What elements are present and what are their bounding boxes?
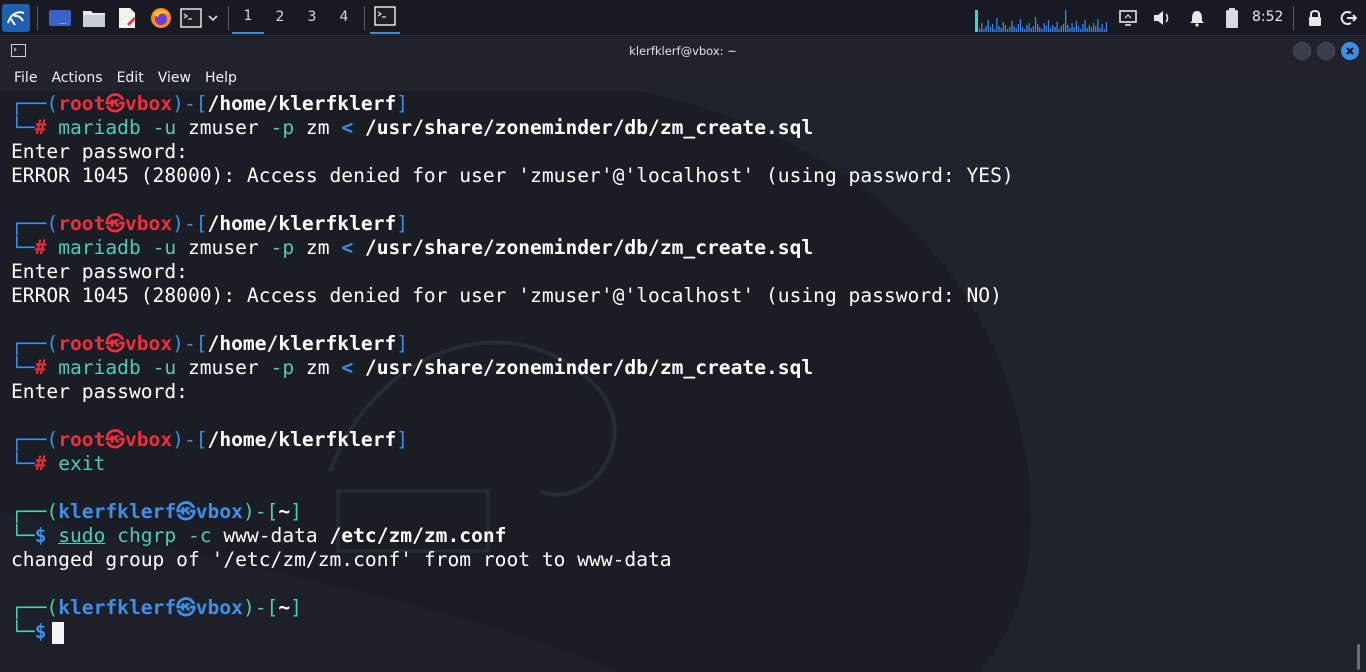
kali-menu-icon[interactable] (2, 4, 30, 32)
scrollbar[interactable] (1357, 644, 1360, 670)
prompt-line: ┌──(root㉿vbox)-[/home/klerfklerf] (11, 332, 409, 355)
output-line: Enter password: (11, 140, 188, 163)
minimize-button[interactable] (1293, 42, 1311, 60)
window-title: klerfklerf@vbox: ~ (629, 44, 737, 58)
prompt-line: ┌──(root㉿vbox)-[/home/klerfklerf] (11, 428, 409, 451)
terminal-launcher-icon[interactable] (178, 4, 204, 32)
output-line: Enter password: (11, 380, 188, 403)
display-icon[interactable] (1114, 4, 1142, 32)
workspace-4[interactable]: 4 (328, 0, 360, 34)
cpu-graph[interactable] (975, 4, 1108, 32)
lock-icon[interactable] (1301, 4, 1329, 32)
command-line: └─# mariadb -u zmuser -p zm < /usr/share… (11, 236, 814, 259)
chevron-down-icon[interactable] (203, 4, 223, 32)
menu-file[interactable]: File (8, 70, 43, 86)
output-line: Enter password: (11, 260, 188, 283)
command-line: └─# mariadb -u zmuser -p zm < /usr/share… (11, 356, 814, 379)
maximize-button[interactable] (1317, 42, 1335, 60)
taskbar-terminal-window[interactable] (370, 0, 400, 34)
logout-icon[interactable] (1334, 4, 1362, 32)
command-input-line[interactable]: └─$ (11, 620, 1014, 644)
terminal-area[interactable]: ┌──(root㉿vbox)-[/home/klerfklerf] └─# ma… (0, 91, 1366, 672)
workspace-3[interactable]: 3 (296, 0, 328, 34)
menu-bar: File Actions Edit View Help (0, 65, 1366, 91)
close-icon (1346, 47, 1354, 55)
prompt-line: ┌──(klerfklerf㉿vbox)-[~] (11, 500, 302, 523)
terminal-output: ┌──(root㉿vbox)-[/home/klerfklerf] └─# ma… (11, 92, 1014, 644)
workspace-2[interactable]: 2 (264, 0, 296, 34)
menu-actions[interactable]: Actions (45, 70, 108, 86)
command-line: └─# mariadb -u zmuser -p zm < /usr/share… (11, 116, 814, 139)
command-line: └─# exit (11, 452, 106, 475)
top-panel: … 1 2 3 4 8:52 (0, 0, 1366, 36)
menu-view[interactable]: View (152, 70, 197, 86)
workspace-1[interactable]: 1 (232, 0, 264, 34)
command-line: └─$ sudo chgrp -c www-data /etc/zm/zm.co… (11, 524, 507, 547)
file-manager-icon[interactable] (80, 4, 108, 32)
show-desktop-icon[interactable]: … (46, 4, 74, 32)
prompt-line: ┌──(root㉿vbox)-[/home/klerfklerf] (11, 212, 409, 235)
clock[interactable]: 8:52 (1252, 0, 1283, 34)
output-line: ERROR 1045 (28000): Access denied for us… (11, 284, 1002, 307)
output-line: ERROR 1045 (28000): Access denied for us… (11, 164, 1014, 187)
output-line: changed group of '/etc/zm/zm.conf' from … (11, 548, 672, 571)
terminal-icon (374, 6, 396, 26)
text-editor-icon[interactable] (113, 4, 141, 32)
battery-icon[interactable] (1218, 4, 1246, 32)
svg-text:…: … (59, 17, 67, 26)
volume-icon[interactable] (1148, 4, 1176, 32)
window-titlebar[interactable]: klerfklerf@vbox: ~ (0, 37, 1366, 65)
prompt-line: ┌──(klerfklerf㉿vbox)-[~] (11, 596, 302, 619)
notifications-icon[interactable] (1183, 4, 1211, 32)
firefox-icon[interactable] (147, 4, 175, 32)
menu-edit[interactable]: Edit (111, 70, 150, 86)
close-button[interactable] (1341, 42, 1359, 60)
text-cursor (52, 621, 65, 644)
menu-help[interactable]: Help (199, 70, 243, 86)
prompt-line: ┌──(root㉿vbox)-[/home/klerfklerf] (11, 92, 409, 115)
